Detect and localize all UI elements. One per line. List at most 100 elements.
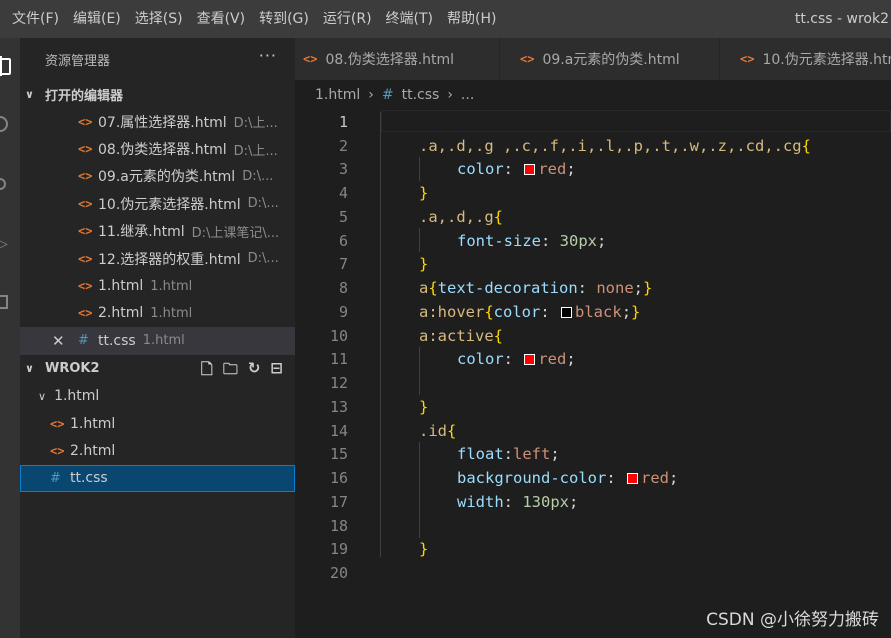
line-number: 7 (338, 255, 348, 274)
open-editor-item-active[interactable]: ✕ # tt.css 1.html (20, 327, 295, 355)
code-line: 11 color: red; (295, 348, 891, 372)
open-editor-path: D:\上... (233, 116, 278, 132)
menu-edit[interactable]: 编辑(E) (66, 0, 128, 38)
chevron-down-icon: ∨ (25, 362, 34, 376)
workspace-header[interactable]: ∨ WROK2 🗋 🗀 ↻ ⊟ (20, 355, 295, 383)
menu-file[interactable]: 文件(F) (0, 0, 66, 38)
new-folder-icon[interactable]: 🗀 (223, 359, 238, 384)
file-item[interactable]: <> 1.html (20, 410, 295, 437)
css-selector: .a,.d,.g (419, 207, 494, 226)
code-text: a:hover{color: black;} (419, 302, 641, 321)
code-text: color: red; (457, 160, 576, 179)
code-text: color: red; (457, 350, 576, 369)
line-number: 18 (329, 516, 348, 535)
sidebar-title: 资源管理器 (45, 53, 111, 69)
code-text: } (419, 540, 429, 559)
html-file-icon: <> (78, 114, 93, 129)
code-line: 6 font-size: 30px; (295, 229, 891, 253)
line-number: 19 (329, 540, 348, 559)
sidebar-header: 资源管理器 ··· (20, 38, 295, 80)
open-editor-item[interactable]: <> 1.html 1.html (20, 272, 295, 299)
open-editor-path: D:\上... (233, 143, 278, 159)
menu-run[interactable]: 运行(R) (316, 0, 379, 38)
breadcrumb: 1.html › # tt.css › ... (295, 80, 891, 110)
html-file-icon: <> (78, 306, 93, 321)
open-editor-name: 09.a元素的伪类.html (98, 169, 236, 186)
chevron-right-icon: › (368, 87, 374, 103)
line-number: 6 (338, 231, 348, 250)
code-text: } (419, 255, 429, 274)
tab-08[interactable]: <> 08.伪类选择器.html (295, 38, 500, 80)
menu-help[interactable]: 帮助(H) (440, 0, 503, 38)
file-item-selected[interactable]: # tt.css (20, 464, 295, 493)
new-file-icon[interactable]: 🗋 (201, 359, 213, 384)
open-editor-item[interactable]: <> 07.属性选择器.html D:\上... (20, 108, 295, 135)
code-text: font-size: 30px; (457, 231, 607, 250)
file-name: 2.html (70, 442, 116, 459)
code-text: a:active{ (419, 326, 503, 345)
breadcrumb-root[interactable]: 1.html (315, 87, 360, 103)
menu-bar: 文件(F) 编辑(E) 选择(S) 查看(V) 转到(G) 运行(R) 终端(T… (0, 0, 891, 38)
open-editor-item[interactable]: <> 12.选择器的权重.html D:\... (20, 245, 295, 272)
menu-selection[interactable]: 选择(S) (128, 0, 190, 38)
breadcrumb-tail[interactable]: ... (461, 87, 474, 103)
extensions-icon[interactable] (0, 292, 20, 312)
folder-name: 1.html (54, 388, 100, 405)
code-text: background-color: red; (457, 469, 679, 488)
tab-label: 10.伪元素选择器.html (762, 52, 891, 68)
menu-view[interactable]: 查看(V) (190, 0, 253, 38)
code-line: 4 } (295, 181, 891, 205)
line-number: 10 (329, 326, 348, 345)
chevron-right-icon: › (447, 87, 453, 103)
open-editor-item[interactable]: <> 09.a元素的伪类.html D:\... (20, 163, 295, 190)
refresh-icon[interactable]: ↻ (248, 359, 261, 384)
close-icon[interactable]: ✕ (52, 332, 78, 350)
folder-item[interactable]: ∨ 1.html (20, 383, 295, 410)
menu-go[interactable]: 转到(G) (252, 0, 316, 38)
explorer-icon[interactable] (0, 56, 20, 76)
code-line: 2 .a,.d,.g ,.c,.f,.i,.l,.p,.t,.w,.z,.cd,… (295, 134, 891, 158)
line-number: 11 (329, 350, 348, 369)
window-title: tt.css - wrok2 (794, 11, 889, 27)
run-debug-icon[interactable]: ▷ (0, 234, 20, 254)
open-editor-item[interactable]: <> 11.继承.html D:\上课笔记\... (20, 218, 295, 245)
open-editors-header[interactable]: ∨ 打开的编辑器 (20, 80, 295, 108)
html-file-icon: <> (78, 251, 93, 266)
code-line: 19 } (295, 538, 891, 562)
code-text: } (419, 397, 429, 416)
tab-10[interactable]: <> 10.伪元素选择器.html (720, 38, 891, 80)
watermark: CSDN @小徐努力搬砖 (706, 610, 879, 630)
line-number: 9 (338, 302, 348, 321)
line-number: 3 (338, 160, 348, 179)
css-file-icon: # (78, 333, 89, 349)
html-file-icon: <> (303, 52, 318, 66)
code-line: 15 float:left; (295, 443, 891, 467)
collapse-all-icon[interactable]: ⊟ (270, 359, 283, 384)
activity-bar: ▷ (0, 38, 20, 638)
more-actions-icon[interactable]: ··· (259, 46, 277, 65)
file-item[interactable]: <> 2.html (20, 437, 295, 464)
code-line: 18 (295, 514, 891, 538)
search-icon[interactable] (0, 114, 20, 134)
color-swatch-red[interactable] (524, 354, 536, 366)
chevron-down-icon: ∨ (38, 389, 47, 403)
open-editor-item[interactable]: <> 10.伪元素选择器.html D:\... (20, 190, 295, 217)
breadcrumb-file[interactable]: tt.css (402, 87, 440, 103)
color-swatch-red[interactable] (626, 473, 638, 485)
code-line: 10 a:active{ (295, 324, 891, 348)
open-editor-name: 1.html (98, 278, 144, 295)
css-selector: .id (419, 421, 447, 440)
tab-09[interactable]: <> 09.a元素的伪类.html (500, 38, 720, 80)
open-editor-item[interactable]: <> 2.html 1.html (20, 300, 295, 327)
file-name: tt.css (70, 470, 108, 487)
open-editor-item[interactable]: <> 08.伪类选择器.html D:\上... (20, 135, 295, 162)
code-text: float:left; (457, 445, 560, 464)
color-swatch-black[interactable] (561, 306, 573, 318)
code-editor[interactable]: 1 2 .a,.d,.g ,.c,.f,.i,.l,.p,.t,.w,.z,.c… (295, 110, 891, 638)
menu-terminal[interactable]: 终端(T) (379, 0, 440, 38)
color-swatch-red[interactable] (524, 164, 536, 176)
code-line: 13 } (295, 395, 891, 419)
sidebar: 资源管理器 ··· ∨ 打开的编辑器 <> 07.属性选择器.html D:\上… (20, 38, 295, 638)
open-editor-name: 08.伪类选择器.html (98, 142, 227, 159)
source-control-icon[interactable] (0, 174, 20, 194)
